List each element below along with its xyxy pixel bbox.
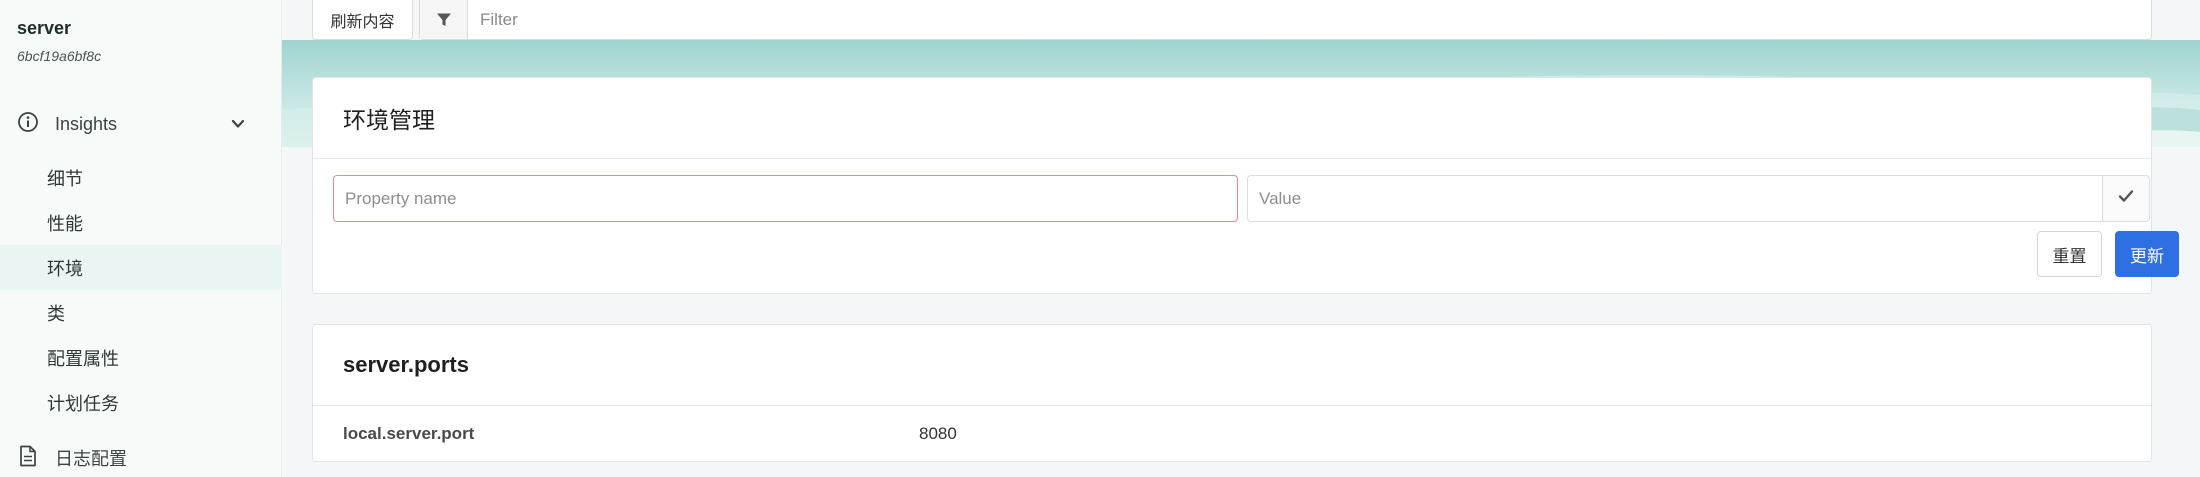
property-value: 8080 xyxy=(919,424,957,443)
reset-button[interactable]: 重置 xyxy=(2037,231,2102,277)
confirm-button[interactable] xyxy=(2102,175,2150,222)
filter-input[interactable] xyxy=(468,0,2151,39)
nav-group-insights-label: Insights xyxy=(55,113,118,134)
toolbar: 刷新内容 xyxy=(312,0,2152,40)
chevron-down-icon[interactable] xyxy=(228,114,248,139)
sidebar-item-beans[interactable]: 类 xyxy=(0,290,282,335)
sidebar-item-metrics[interactable]: 性能 xyxy=(0,200,282,245)
main-content: 刷新内容 环境管理 重置 更新 serve xyxy=(282,0,2200,477)
nav-item-logging[interactable]: 日志配置 xyxy=(0,438,282,477)
sidebar-item-configprops[interactable]: 配置属性 xyxy=(0,335,282,380)
property-value-input[interactable] xyxy=(1247,175,2102,222)
info-icon xyxy=(17,111,39,138)
sidebar: server 6bcf19a6bf8c Insights 细节 性能 环境 类 … xyxy=(0,0,282,477)
filter-field xyxy=(419,0,2152,40)
environment-manager-title: 环境管理 xyxy=(313,78,2151,159)
nav-item-logging-label: 日志配置 xyxy=(55,449,127,469)
property-name-input[interactable] xyxy=(333,175,1238,222)
update-button[interactable]: 更新 xyxy=(2115,231,2179,277)
table-row: local.server.port 8080 xyxy=(313,406,2151,462)
sidebar-item-scheduled-tasks[interactable]: 计划任务 xyxy=(0,380,282,425)
property-source-card: server.ports local.server.port 8080 xyxy=(312,324,2152,462)
instance-header: server 6bcf19a6bf8c xyxy=(0,0,281,64)
refresh-button[interactable]: 刷新内容 xyxy=(312,0,413,40)
property-value-group xyxy=(1247,175,2150,222)
instance-id: 6bcf19a6bf8c xyxy=(17,48,102,64)
nav-group-insights[interactable]: Insights xyxy=(0,104,282,144)
property-source-title: server.ports xyxy=(313,325,2151,406)
instance-name: server xyxy=(17,18,72,38)
sidebar-item-environment[interactable]: 环境 xyxy=(0,245,282,290)
filter-icon xyxy=(420,0,468,39)
property-key: local.server.port xyxy=(343,424,475,443)
environment-manager-card: 环境管理 重置 更新 xyxy=(312,77,2179,294)
insights-subnav: 细节 性能 环境 类 配置属性 计划任务 xyxy=(0,155,282,425)
sidebar-item-details[interactable]: 细节 xyxy=(0,155,282,200)
document-icon xyxy=(19,445,37,472)
check-icon xyxy=(2118,189,2134,208)
